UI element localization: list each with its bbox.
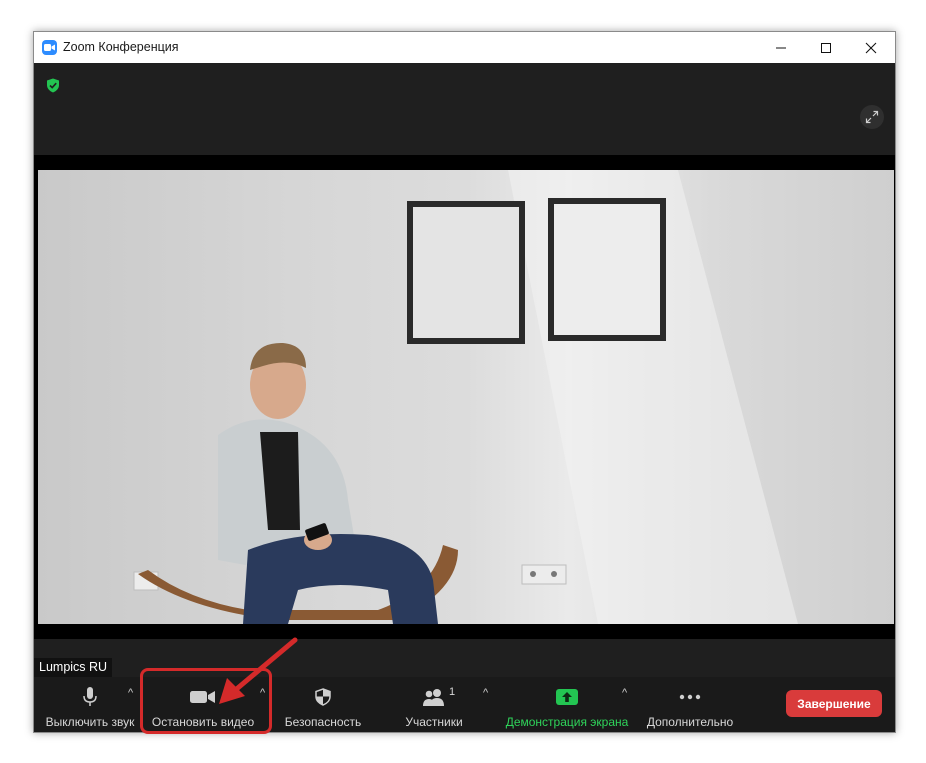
participants-options-caret[interactable]: ^ bbox=[483, 687, 488, 699]
zoom-window: Zoom Конференция Lumpics RU Выключить зв… bbox=[33, 31, 896, 733]
minimize-icon bbox=[776, 47, 786, 48]
security-label: Безопасность bbox=[284, 715, 362, 729]
minimize-button[interactable] bbox=[758, 32, 804, 63]
more-dots-icon bbox=[679, 686, 701, 708]
fullscreen-button[interactable] bbox=[860, 105, 884, 129]
participants-button[interactable]: Участники bbox=[389, 677, 479, 732]
maximize-icon bbox=[821, 42, 831, 53]
more-label: Дополнительно bbox=[646, 715, 734, 729]
more-button[interactable]: Дополнительно bbox=[642, 677, 738, 732]
shield-check-icon[interactable] bbox=[46, 78, 60, 98]
expand-icon bbox=[865, 110, 879, 124]
participants-icon bbox=[422, 686, 446, 708]
close-icon bbox=[865, 42, 877, 53]
share-screen-button[interactable]: Демонстрация экрана bbox=[502, 677, 632, 732]
meeting-header-area bbox=[34, 63, 895, 155]
mute-button[interactable]: Выключить звук bbox=[42, 677, 138, 732]
share-options-caret[interactable]: ^ bbox=[622, 687, 627, 699]
mute-label: Выключить звук bbox=[45, 715, 135, 729]
shield-icon bbox=[315, 686, 331, 708]
video-feed bbox=[38, 170, 894, 624]
window-title: Zoom Конференция bbox=[63, 40, 179, 54]
red-arrow-annotation bbox=[219, 637, 298, 704]
participants-count: 1 bbox=[449, 686, 456, 698]
microphone-icon bbox=[82, 686, 98, 708]
close-button[interactable] bbox=[848, 32, 894, 63]
zoom-icon bbox=[42, 40, 57, 55]
share-screen-label: Демонстрация экрана bbox=[505, 715, 629, 729]
video-frame-image bbox=[133, 170, 798, 624]
share-screen-icon bbox=[555, 686, 579, 708]
maximize-button[interactable] bbox=[803, 32, 849, 63]
end-meeting-button[interactable]: Завершение bbox=[786, 690, 882, 717]
audio-options-caret[interactable]: ^ bbox=[128, 687, 133, 699]
participants-label: Участники bbox=[405, 715, 463, 729]
title-bar: Zoom Конференция bbox=[34, 32, 895, 63]
participant-name-tag: Lumpics RU bbox=[34, 658, 113, 677]
